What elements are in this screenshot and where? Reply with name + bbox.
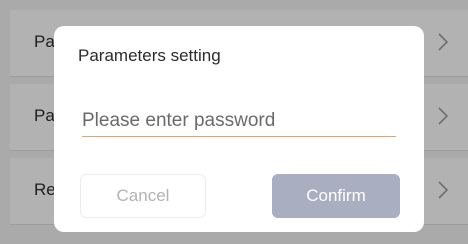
parameters-setting-dialog: Parameters setting Cancel Confirm xyxy=(54,26,424,232)
confirm-button[interactable]: Confirm xyxy=(272,174,400,218)
cancel-button[interactable]: Cancel xyxy=(80,174,206,218)
password-input[interactable] xyxy=(82,106,396,137)
screen: Pa Pa Re Parameters setting Cancel Confi… xyxy=(0,0,468,244)
dialog-title: Parameters setting xyxy=(78,46,221,65)
